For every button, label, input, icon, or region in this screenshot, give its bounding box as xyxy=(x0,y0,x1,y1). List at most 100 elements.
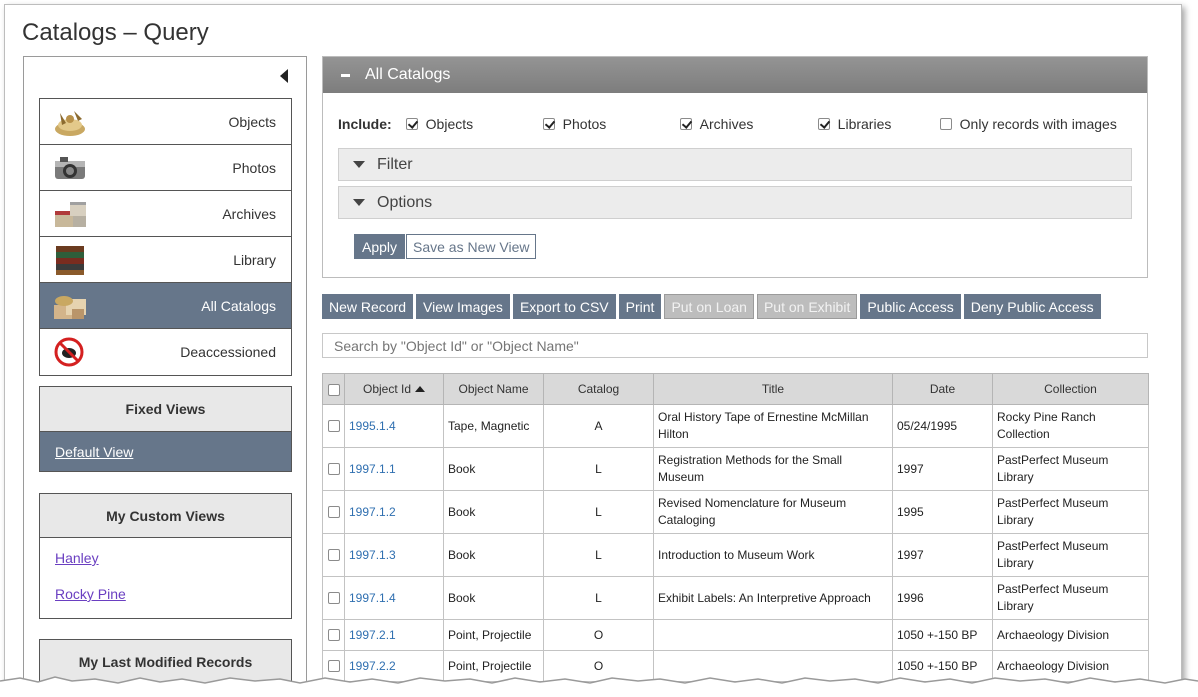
title-cell: Registration Methods for the Small Museu… xyxy=(653,447,893,491)
include-objects-option[interactable]: Objects xyxy=(405,116,543,132)
sidebar-item-label: Library xyxy=(233,251,276,268)
object-id-link[interactable]: 1997.1.4 xyxy=(349,591,396,605)
row-checkbox[interactable] xyxy=(327,420,340,433)
only-with-images-checkbox[interactable] xyxy=(939,118,952,130)
collection-cell: PastPerfect Museum Library xyxy=(992,576,1149,620)
collapse-sidebar-icon[interactable] xyxy=(280,69,288,83)
column-header-object-id[interactable]: Object Id xyxy=(344,373,444,405)
only-with-images-option[interactable]: Only records with images xyxy=(939,116,1117,132)
table-row[interactable]: 1997.2.1 Point, Projectile O 1050 +-150 … xyxy=(322,619,1149,651)
row-checkbox[interactable] xyxy=(327,506,340,519)
column-header-collection[interactable]: Collection xyxy=(992,373,1149,405)
date-cell: 1996 xyxy=(892,576,993,620)
camera-icon xyxy=(52,151,88,185)
include-libraries-checkbox[interactable] xyxy=(817,118,830,130)
row-select-cell xyxy=(322,576,345,620)
date-cell: 1997 xyxy=(892,447,993,491)
filter-label: Filter xyxy=(377,155,413,173)
row-select-cell xyxy=(322,447,345,491)
new-record-button[interactable]: New Record xyxy=(322,294,414,319)
include-objects-checkbox[interactable] xyxy=(405,118,418,130)
options-accordion[interactable]: Options xyxy=(338,186,1132,219)
default-view-link[interactable]: Default View xyxy=(40,432,291,472)
sidebar-item-archives[interactable]: Archives xyxy=(40,191,291,237)
sidebar-item-label: All Catalogs xyxy=(201,297,276,314)
row-checkbox[interactable] xyxy=(327,592,340,605)
public-access-button[interactable]: Public Access xyxy=(860,294,961,319)
title-cell: Revised Nomenclature for Museum Catalogi… xyxy=(653,490,893,534)
print-button[interactable]: Print xyxy=(618,294,662,319)
object-id-link[interactable]: 1997.1.2 xyxy=(349,505,396,519)
table-row[interactable]: 1997.1.1 Book L Registration Methods for… xyxy=(322,447,1149,491)
include-archives-option[interactable]: Archives xyxy=(679,116,818,132)
sidebar-item-label: Photos xyxy=(232,159,276,176)
collection-cell: PastPerfect Museum Library xyxy=(992,490,1149,534)
date-cell: 1050 +-150 BP xyxy=(892,619,993,651)
object-id-link[interactable]: 1997.2.1 xyxy=(349,628,396,642)
row-checkbox[interactable] xyxy=(327,463,340,476)
export-csv-button[interactable]: Export to CSV xyxy=(512,294,616,319)
date-cell: 1995 xyxy=(892,490,993,534)
sidebar-item-label: Objects xyxy=(228,113,276,130)
table-row[interactable]: 1997.1.4 Book L Exhibit Labels: An Inter… xyxy=(322,576,1149,620)
sidebar-item-objects[interactable]: Objects xyxy=(40,99,291,145)
row-checkbox[interactable] xyxy=(327,549,340,562)
column-header-date[interactable]: Date xyxy=(892,373,993,405)
object-id-link[interactable]: 1997.1.3 xyxy=(349,548,396,562)
sort-ascending-icon xyxy=(415,386,426,392)
records-table: Object Id Object Name Catalog Title Date… xyxy=(322,373,1149,682)
sidebar-item-all-catalogs[interactable]: All Catalogs xyxy=(40,283,291,329)
catalog-cell: L xyxy=(543,533,654,577)
column-header-catalog[interactable]: Catalog xyxy=(543,373,654,405)
deny-public-access-button[interactable]: Deny Public Access xyxy=(963,294,1101,319)
put-on-exhibit-button[interactable]: Put on Exhibit xyxy=(756,294,858,319)
column-header-object-name[interactable]: Object Name xyxy=(443,373,544,405)
sidebar-item-deaccessioned[interactable]: Deaccessioned xyxy=(40,329,291,375)
all-catalogs-icon xyxy=(52,289,88,323)
all-catalogs-panel: All Catalogs Include: Objects Photos Arc… xyxy=(322,56,1148,278)
include-archives-checkbox[interactable] xyxy=(679,118,692,130)
row-checkbox[interactable] xyxy=(327,629,340,642)
include-photos-checkbox[interactable] xyxy=(542,118,555,130)
collection-cell: PastPerfect Museum Library xyxy=(992,447,1149,491)
row-select-cell xyxy=(322,404,345,448)
torn-edge-decoration xyxy=(0,676,1198,697)
table-row[interactable]: 1997.1.2 Book L Revised Nomenclature for… xyxy=(322,490,1149,534)
sidebar-item-label: Deaccessioned xyxy=(180,344,276,360)
table-row[interactable]: 1995.1.4 Tape, Magnetic A Oral History T… xyxy=(322,404,1149,448)
default-view-row[interactable]: Default View xyxy=(40,431,291,471)
include-libraries-label: Libraries xyxy=(837,116,892,132)
select-all-checkbox[interactable] xyxy=(327,383,340,396)
collapse-minus-icon[interactable] xyxy=(341,73,350,77)
sidebar-item-library[interactable]: Library xyxy=(40,237,291,283)
object-name-cell: Book xyxy=(443,447,544,491)
custom-view-link-rocky-pine[interactable]: Rocky Pine xyxy=(40,586,291,602)
panel-header[interactable]: All Catalogs xyxy=(323,57,1147,93)
include-libraries-option[interactable]: Libraries xyxy=(817,116,940,132)
object-id-link[interactable]: 1997.2.2 xyxy=(349,659,396,673)
catalog-cell: L xyxy=(543,490,654,534)
title-cell: Oral History Tape of Ernestine McMillan … xyxy=(653,404,893,448)
row-checkbox[interactable] xyxy=(327,660,340,673)
sidebar: Objects Photos Archives Library All Cata… xyxy=(23,56,307,687)
custom-view-link-hanley[interactable]: Hanley xyxy=(40,550,291,566)
deaccessioned-icon xyxy=(52,335,88,369)
sidebar-item-photos[interactable]: Photos xyxy=(40,145,291,191)
object-id-cell: 1997.2.1 xyxy=(344,619,444,651)
collection-cell: Rocky Pine Ranch Collection xyxy=(992,404,1149,448)
table-row[interactable]: 1997.1.3 Book L Introduction to Museum W… xyxy=(322,533,1149,577)
include-objects-label: Objects xyxy=(425,116,474,132)
search-input[interactable] xyxy=(322,333,1148,358)
include-photos-option[interactable]: Photos xyxy=(542,116,680,132)
save-as-new-view-button[interactable]: Save as New View xyxy=(406,234,537,259)
object-id-link[interactable]: 1995.1.4 xyxy=(349,419,396,433)
apply-button[interactable]: Apply xyxy=(354,234,406,259)
column-header-title[interactable]: Title xyxy=(653,373,893,405)
filter-accordion[interactable]: Filter xyxy=(338,148,1132,181)
view-images-button[interactable]: View Images xyxy=(416,294,510,319)
object-id-link[interactable]: 1997.1.1 xyxy=(349,462,396,476)
put-on-loan-button[interactable]: Put on Loan xyxy=(664,294,754,319)
catalog-cell: A xyxy=(543,404,654,448)
include-label: Include: xyxy=(338,116,392,132)
sidebar-item-label: Archives xyxy=(222,205,276,222)
